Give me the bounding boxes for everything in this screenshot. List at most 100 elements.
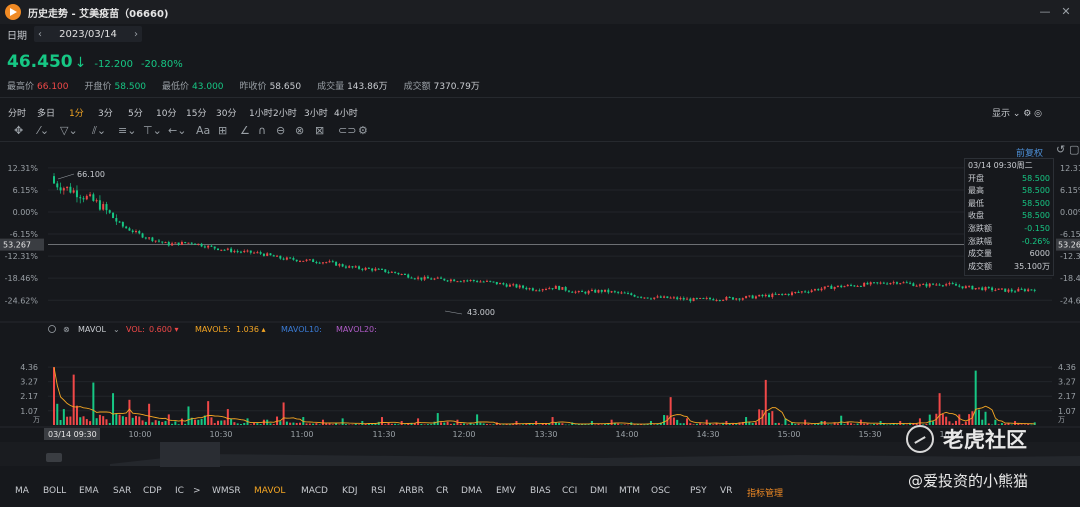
next-date-button[interactable]: › xyxy=(134,29,138,40)
info-label: 收盘 xyxy=(968,211,984,221)
time-tick: 10:30 xyxy=(209,430,232,439)
trash-icon[interactable]: ⊠ xyxy=(315,125,324,137)
period-tab[interactable]: 2小时 xyxy=(273,106,297,119)
settings-icon[interactable]: ⚙ xyxy=(358,125,368,137)
indicator->[interactable]: > xyxy=(193,486,201,496)
info-row: 开盘 58.500 xyxy=(968,173,1050,186)
period-tab[interactable]: 3分 xyxy=(98,106,113,119)
undo-icon[interactable]: ↺ xyxy=(1056,144,1065,156)
indicator-VR[interactable]: VR xyxy=(720,486,732,496)
eye-toggle-icon[interactable] xyxy=(48,325,56,333)
navigator-window[interactable] xyxy=(160,442,220,476)
indicator-MACD[interactable]: MACD xyxy=(301,486,328,496)
indicator-BIAS[interactable]: BIAS xyxy=(530,486,551,496)
candle-body xyxy=(312,259,315,263)
indicator-CR[interactable]: CR xyxy=(436,486,449,496)
period-tab[interactable]: 1小时 xyxy=(249,106,273,119)
indicator-CDP[interactable]: CDP xyxy=(143,486,162,496)
indicator-MTM[interactable]: MTM xyxy=(619,486,640,496)
indicator-ARBR[interactable]: ARBR xyxy=(399,486,424,496)
lock-icon[interactable]: ⊖ xyxy=(276,125,285,137)
parallel-tool-icon[interactable]: ⫽⌄ xyxy=(92,125,106,137)
indicator-MA[interactable]: MA xyxy=(15,486,29,496)
magnet-icon[interactable]: ∩ xyxy=(258,125,266,137)
chart-svg[interactable]: 12.31% 12.31% 6.15% 6.15% 0.00% 0.00% -6.15% -6… xyxy=(0,142,1080,476)
volume-bar xyxy=(180,418,183,425)
stat-2: 最低价 43.000 xyxy=(162,79,224,92)
crosshair-move-icon[interactable]: ✥ xyxy=(14,125,23,137)
ray-tool-icon[interactable]: ▽⌄ xyxy=(60,125,78,137)
eye-icon[interactable]: ⊗ xyxy=(295,125,304,137)
volume-bar xyxy=(69,416,72,425)
indicator-指标管理[interactable]: 指标管理 xyxy=(747,486,783,499)
volume-bar xyxy=(508,424,511,426)
pencil-icon[interactable]: ∠ xyxy=(240,125,250,137)
indicator-PSY[interactable]: PSY xyxy=(690,486,707,496)
candle-body xyxy=(574,291,577,293)
volume-bar xyxy=(138,416,141,425)
indicator-DMA[interactable]: DMA xyxy=(461,486,482,496)
minimize-icon[interactable]: — xyxy=(1036,4,1054,20)
indicator-EMA[interactable]: EMA xyxy=(79,486,99,496)
period-tab[interactable]: 4小时 xyxy=(334,106,358,119)
info-value: 35.100万 xyxy=(1014,261,1050,271)
expand-icon[interactable]: ▢ xyxy=(1069,144,1079,156)
ref-price-label-right: 53.267 xyxy=(1058,241,1080,250)
volume-bar xyxy=(459,423,462,425)
period-tab[interactable]: 5分 xyxy=(128,106,143,119)
close-icon[interactable]: ✕ xyxy=(1057,4,1075,20)
stats-row: 最高价 66.100 开盘价 58.500 最低价 43.000 昨收价 58.650 成交量 1… xyxy=(7,79,496,92)
candle-body xyxy=(505,284,508,287)
period-tab[interactable]: 分时 xyxy=(8,106,26,119)
period-tab[interactable]: 30分 xyxy=(216,106,236,119)
candle-body xyxy=(843,286,846,288)
link-icon[interactable]: ⊂⊃ xyxy=(338,125,356,137)
display-menu[interactable]: 显示 ⌄ ⚙ ◎ xyxy=(992,106,1042,119)
candle-body xyxy=(318,262,321,264)
indicator-RSI[interactable]: RSI xyxy=(371,486,386,496)
candle-body xyxy=(82,198,85,200)
channel-tool-icon[interactable]: ≡⌄ xyxy=(118,125,136,137)
period-tab[interactable]: 1分 xyxy=(69,106,84,119)
volume-bar xyxy=(810,424,813,425)
candle-body xyxy=(374,268,377,271)
line-tool-icon[interactable]: ⁄⌄ xyxy=(38,125,49,137)
date-picker[interactable]: ‹ 2023/03/14 › xyxy=(34,26,142,42)
indicator-KDJ[interactable]: KDJ xyxy=(342,486,358,496)
volume-bar xyxy=(594,424,597,426)
indicator-CCI[interactable]: CCI xyxy=(562,486,577,496)
volume-bar xyxy=(827,424,830,425)
volume-bar xyxy=(148,403,151,425)
date-value[interactable]: 2023/03/14 xyxy=(59,29,117,40)
indicator-DMI[interactable]: DMI xyxy=(590,486,607,496)
candle-body xyxy=(72,190,75,193)
candle-body xyxy=(905,282,908,284)
prev-date-button[interactable]: ‹ xyxy=(38,29,42,40)
volume-bar xyxy=(256,423,259,425)
candle-body xyxy=(79,197,82,199)
text-tool-icon[interactable]: Aa xyxy=(196,125,210,137)
measure-tool-icon[interactable]: ⊞ xyxy=(218,125,227,137)
display-label[interactable]: 显示 xyxy=(992,109,1010,119)
volume-bar xyxy=(157,420,160,425)
indicator-BOLL[interactable]: BOLL xyxy=(43,486,66,496)
indicator-EMV[interactable]: EMV xyxy=(496,486,516,496)
indicator-MAVOL[interactable]: MAVOL xyxy=(254,486,285,496)
indicator-SAR[interactable]: SAR xyxy=(113,486,131,496)
indicator-WMSR[interactable]: WMSR xyxy=(212,486,241,496)
fib-tool-icon[interactable]: ⊤⌄ xyxy=(143,125,162,137)
period-tab[interactable]: 3小时 xyxy=(304,106,328,119)
period-tab[interactable]: 多日 xyxy=(37,106,55,119)
volume-bar xyxy=(92,382,95,425)
kline-chart[interactable]: 12.31% 12.31% 6.15% 6.15% 0.00% 0.00% -6.15% -6… xyxy=(0,142,1080,476)
candle-body xyxy=(226,248,229,250)
navigator-handle-icon[interactable] xyxy=(46,453,62,462)
period-tab[interactable]: 15分 xyxy=(186,106,206,119)
volume-tick-right: 2.17 xyxy=(1058,392,1076,401)
indicator-OSC[interactable]: OSC xyxy=(651,486,670,496)
candle-body xyxy=(535,290,538,292)
arrow-tool-icon[interactable]: ←⌄ xyxy=(168,125,186,137)
low-pointer xyxy=(444,310,463,315)
period-tab[interactable]: 10分 xyxy=(156,106,176,119)
indicator-IC[interactable]: IC xyxy=(175,486,184,496)
